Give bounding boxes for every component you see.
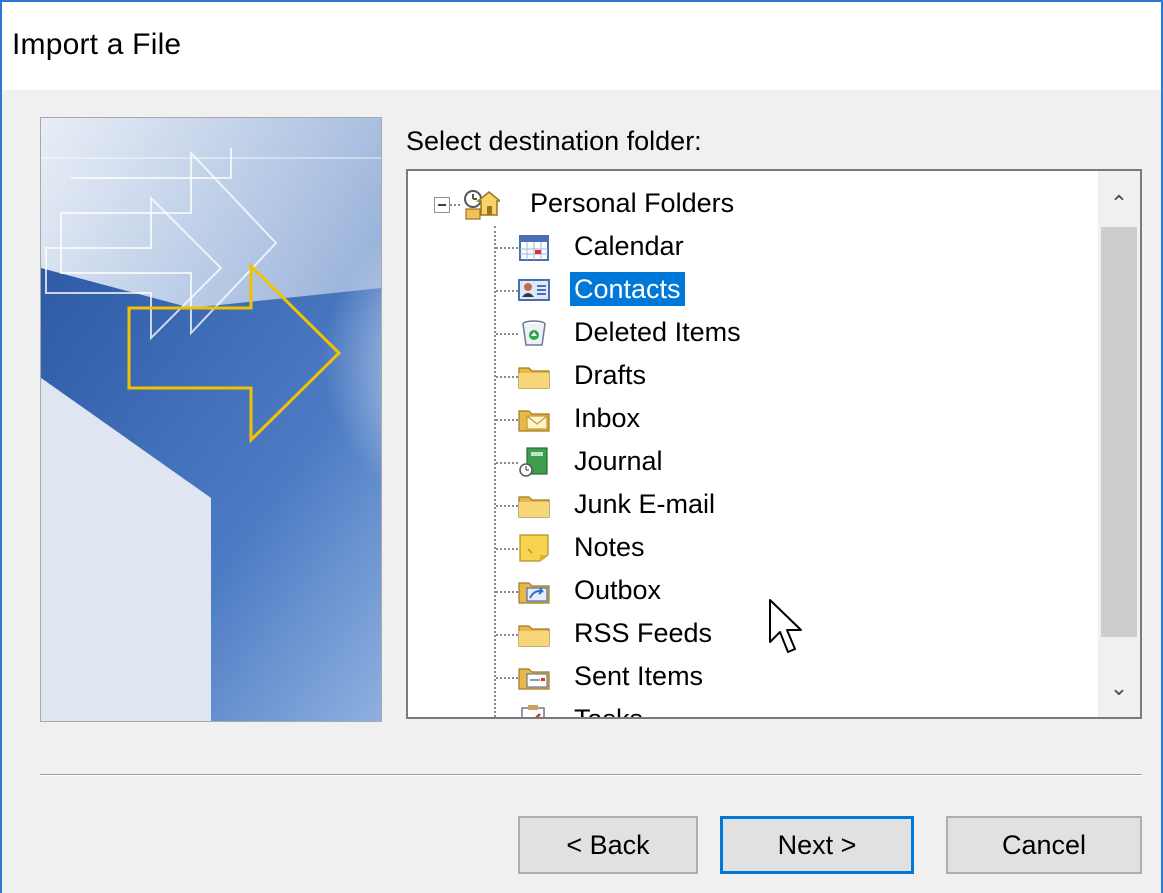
collapse-toggle-icon[interactable] [434,197,450,213]
tree-item-drafts[interactable]: Drafts [408,355,1068,397]
tree-item-notes[interactable]: Notes [408,527,1068,569]
outbox-icon [518,582,550,604]
tree-scrollbar[interactable]: ⌃ ⌄ [1098,171,1140,717]
cancel-button[interactable]: Cancel [946,816,1142,874]
tree-item-label: RSS Feeds [574,618,713,648]
journal-icon [519,447,548,477]
tree-item-label: Inbox [574,403,641,433]
tree-root-personal-folders[interactable]: Personal Folders [408,183,1068,225]
inbox-icon [518,410,550,432]
mouse-pointer-icon [769,599,802,653]
tree-item-label: Personal Folders [530,188,735,218]
wizard-banner-image [40,117,382,722]
arrows-illustration [41,118,381,721]
tree-item-label: Notes [574,532,645,562]
scroll-down-icon[interactable]: ⌄ [1098,663,1140,713]
tree-item-label: Junk E-mail [574,489,716,519]
tree-item-label: Sent Items [574,661,704,691]
tree-item-label: Tasks [574,704,644,719]
tree-item-rss-feeds[interactable]: RSS Feeds [408,613,1068,655]
folder-icon [518,367,550,389]
tree-item-outbox[interactable]: Outbox [408,570,1068,612]
button-divider [40,774,1142,776]
tree-item-contacts[interactable]: Contacts [408,269,1068,311]
back-button[interactable]: < Back [518,816,698,874]
title-bar[interactable]: Import a File [2,2,1161,90]
scrollbar-thumb[interactable] [1101,227,1137,637]
tree-item-label: Deleted Items [574,317,741,347]
tree-item-label: Outbox [574,575,662,605]
tasks-icon [521,705,545,717]
tree-item-label: Contacts [570,272,685,306]
tree-item-sent-items[interactable]: Sent Items [408,656,1068,698]
scroll-up-icon[interactable]: ⌃ [1098,179,1140,229]
contacts-icon [518,279,550,301]
tree-item-junk-email[interactable]: Junk E-mail [408,484,1068,526]
tree-item-label: Journal [574,446,663,476]
folder-icon [518,496,550,518]
tree-item-journal[interactable]: Journal [408,441,1068,483]
tree-item-calendar[interactable]: Calendar [408,226,1068,268]
next-button[interactable]: Next > [720,816,914,874]
notes-icon [519,534,549,562]
destination-prompt: Select destination folder: [406,126,702,156]
import-file-dialog: Import a File Select destination folder:… [0,0,1163,893]
tree-item-tasks[interactable]: Tasks [408,699,1068,719]
tree-item-deleted-items[interactable]: Deleted Items [408,312,1068,354]
dialog-title: Import a File [12,28,182,61]
tree-item-inbox[interactable]: Inbox [408,398,1068,440]
tree-item-label: Drafts [574,360,647,390]
deleted-items-icon [522,320,546,346]
folder-icon [518,625,550,647]
tree-item-label: Calendar [574,231,684,261]
calendar-icon [519,235,549,261]
sent-items-icon [518,668,550,690]
personal-folders-icon [464,190,500,220]
